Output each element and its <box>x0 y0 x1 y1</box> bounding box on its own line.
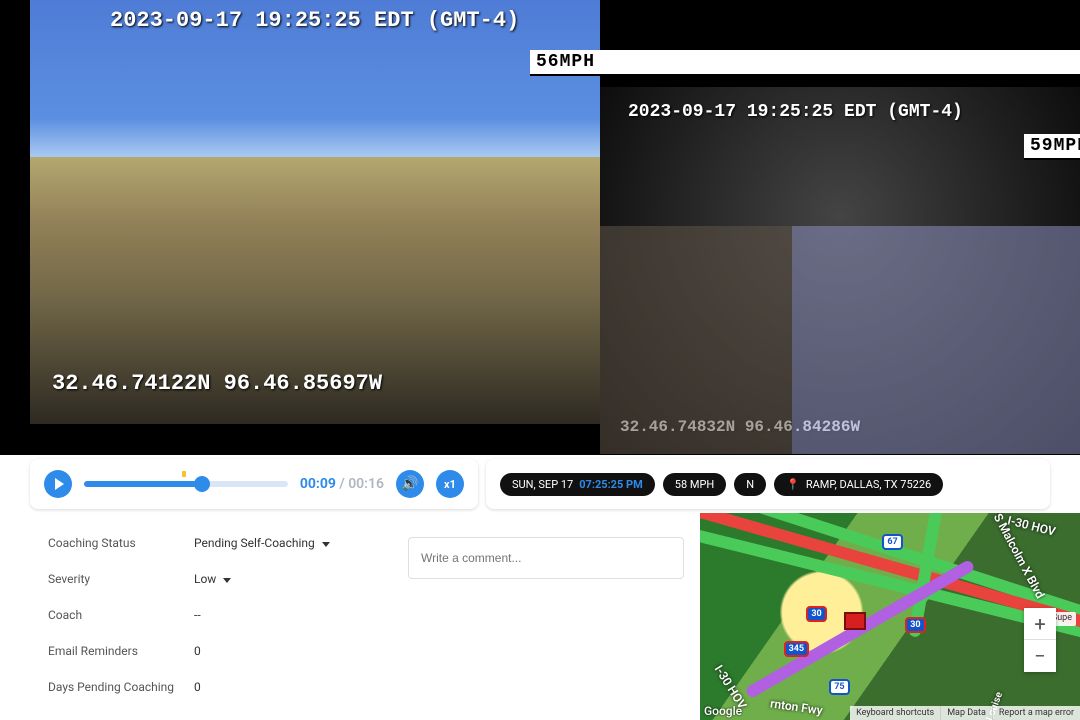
severity-dropdown[interactable]: Low <box>194 572 231 586</box>
event-heading: N <box>734 473 766 496</box>
event-info-bar: SUN, SEP 17 07:25:25 PM 58 MPH N RAMP, D… <box>486 459 1050 509</box>
event-location-text: RAMP, DALLAS, TX 75226 <box>806 478 931 491</box>
cabin-cam-timestamp: 2023-09-17 19:25:25 EDT (GMT-4) <box>628 102 963 122</box>
map-data-link[interactable]: Map Data <box>940 706 992 720</box>
shield-i30: 30 <box>905 617 925 633</box>
road-label-thornton-fwy: rnton Fwy <box>769 696 823 717</box>
zoom-out-button[interactable]: − <box>1024 640 1056 672</box>
front-cam-gps: 32.46.74122N 96.46.85697W <box>52 371 382 396</box>
speed-overlay-right: 59MPH <box>1024 134 1080 158</box>
map-kb-shortcuts-link[interactable]: Keyboard shortcuts <box>850 706 940 720</box>
play-icon <box>55 478 64 490</box>
seek-progress <box>84 481 202 487</box>
time-elapsed: 00:09 <box>300 476 336 492</box>
severity-value: Low <box>194 572 216 586</box>
comment-input[interactable] <box>408 537 684 579</box>
coaching-status-dropdown[interactable]: Pending Self-Coaching <box>194 536 330 550</box>
map-attribution: Keyboard shortcuts Map Data Report a map… <box>850 706 1080 720</box>
shield-us75: 75 <box>829 679 849 695</box>
map-zoom-control: + − <box>1024 608 1056 672</box>
days-pending-value: 0 <box>194 680 201 694</box>
event-speed: 58 MPH <box>663 473 726 496</box>
seek-handle[interactable] <box>194 476 210 492</box>
label-email-reminders: Email Reminders <box>48 644 194 658</box>
time-total: 00:16 <box>348 476 384 492</box>
coaching-status-value: Pending Self-Coaching <box>194 536 315 550</box>
map-report-error-link[interactable]: Report a map error <box>992 706 1080 720</box>
time-sep: / <box>336 476 348 492</box>
label-coaching-status: Coaching Status <box>48 536 194 550</box>
coach-value: -- <box>194 608 201 622</box>
email-reminders-value: 0 <box>194 644 201 658</box>
play-button[interactable] <box>44 470 72 498</box>
chevron-down-icon <box>322 542 330 547</box>
comment-section <box>400 513 700 720</box>
video-player-bar: 00:09 / 00:16 x1 <box>30 459 478 509</box>
vehicle-marker-icon <box>844 612 866 630</box>
event-datetime: SUN, SEP 17 07:25:25 PM <box>500 473 655 496</box>
chevron-down-icon <box>223 578 231 583</box>
google-logo: Google <box>704 704 742 718</box>
shield-us67: 67 <box>882 534 902 550</box>
seek-track[interactable] <box>84 481 288 487</box>
event-day: SUN, SEP 17 <box>512 478 573 491</box>
event-time: 07:25:25 PM <box>579 478 643 491</box>
event-map[interactable]: I-30 HOV S Malcolm X Blvd I-30 HOV rnton… <box>700 513 1080 720</box>
label-coach: Coach <box>48 608 194 622</box>
mute-button[interactable] <box>396 470 424 498</box>
event-marker <box>182 471 186 477</box>
cabin-camera-feed[interactable]: 2023-09-17 19:25:25 EDT (GMT-4) 32.46.74… <box>600 87 1080 454</box>
front-cam-timestamp: 2023-09-17 19:25:25 EDT (GMT-4) <box>110 8 519 33</box>
coaching-form: Coaching Status Pending Self-Coaching Se… <box>0 513 400 720</box>
label-days-pending: Days Pending Coaching <box>48 680 194 694</box>
shield-i345: 345 <box>784 641 810 657</box>
label-severity: Severity <box>48 572 194 586</box>
front-camera-feed[interactable]: 2023-09-17 19:25:25 EDT (GMT-4) 32.46.74… <box>30 0 600 424</box>
event-location: RAMP, DALLAS, TX 75226 <box>774 473 943 496</box>
shield-i30: 30 <box>806 606 826 622</box>
video-panel: 2023-09-17 19:25:25 EDT (GMT-4) 32.46.74… <box>0 0 1080 455</box>
time-display: 00:09 / 00:16 <box>300 476 384 492</box>
speed-overlay-top: 56MPH <box>530 50 1080 74</box>
speed-button[interactable]: x1 <box>436 470 464 498</box>
location-pin-icon <box>786 478 800 491</box>
cabin-cam-gps: 32.46.74832N 96.46.84286W <box>620 418 860 436</box>
zoom-in-button[interactable]: + <box>1024 608 1056 640</box>
